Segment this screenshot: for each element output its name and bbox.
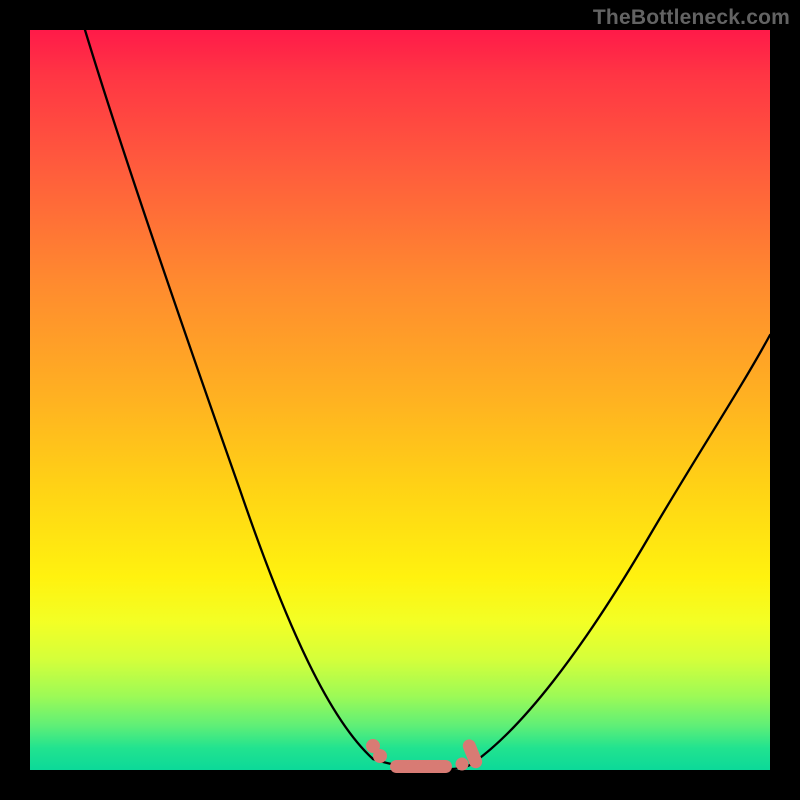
watermark-text: TheBottleneck.com: [593, 6, 790, 30]
marker-dot: [373, 749, 387, 763]
marker-bar: [390, 760, 452, 773]
curve-right-arm: [473, 335, 770, 763]
curve-layer: [30, 30, 770, 770]
marker-dot: [456, 758, 469, 771]
plot-area: [30, 30, 770, 770]
curve-left-arm: [85, 30, 373, 759]
chart-frame: TheBottleneck.com: [0, 0, 800, 800]
